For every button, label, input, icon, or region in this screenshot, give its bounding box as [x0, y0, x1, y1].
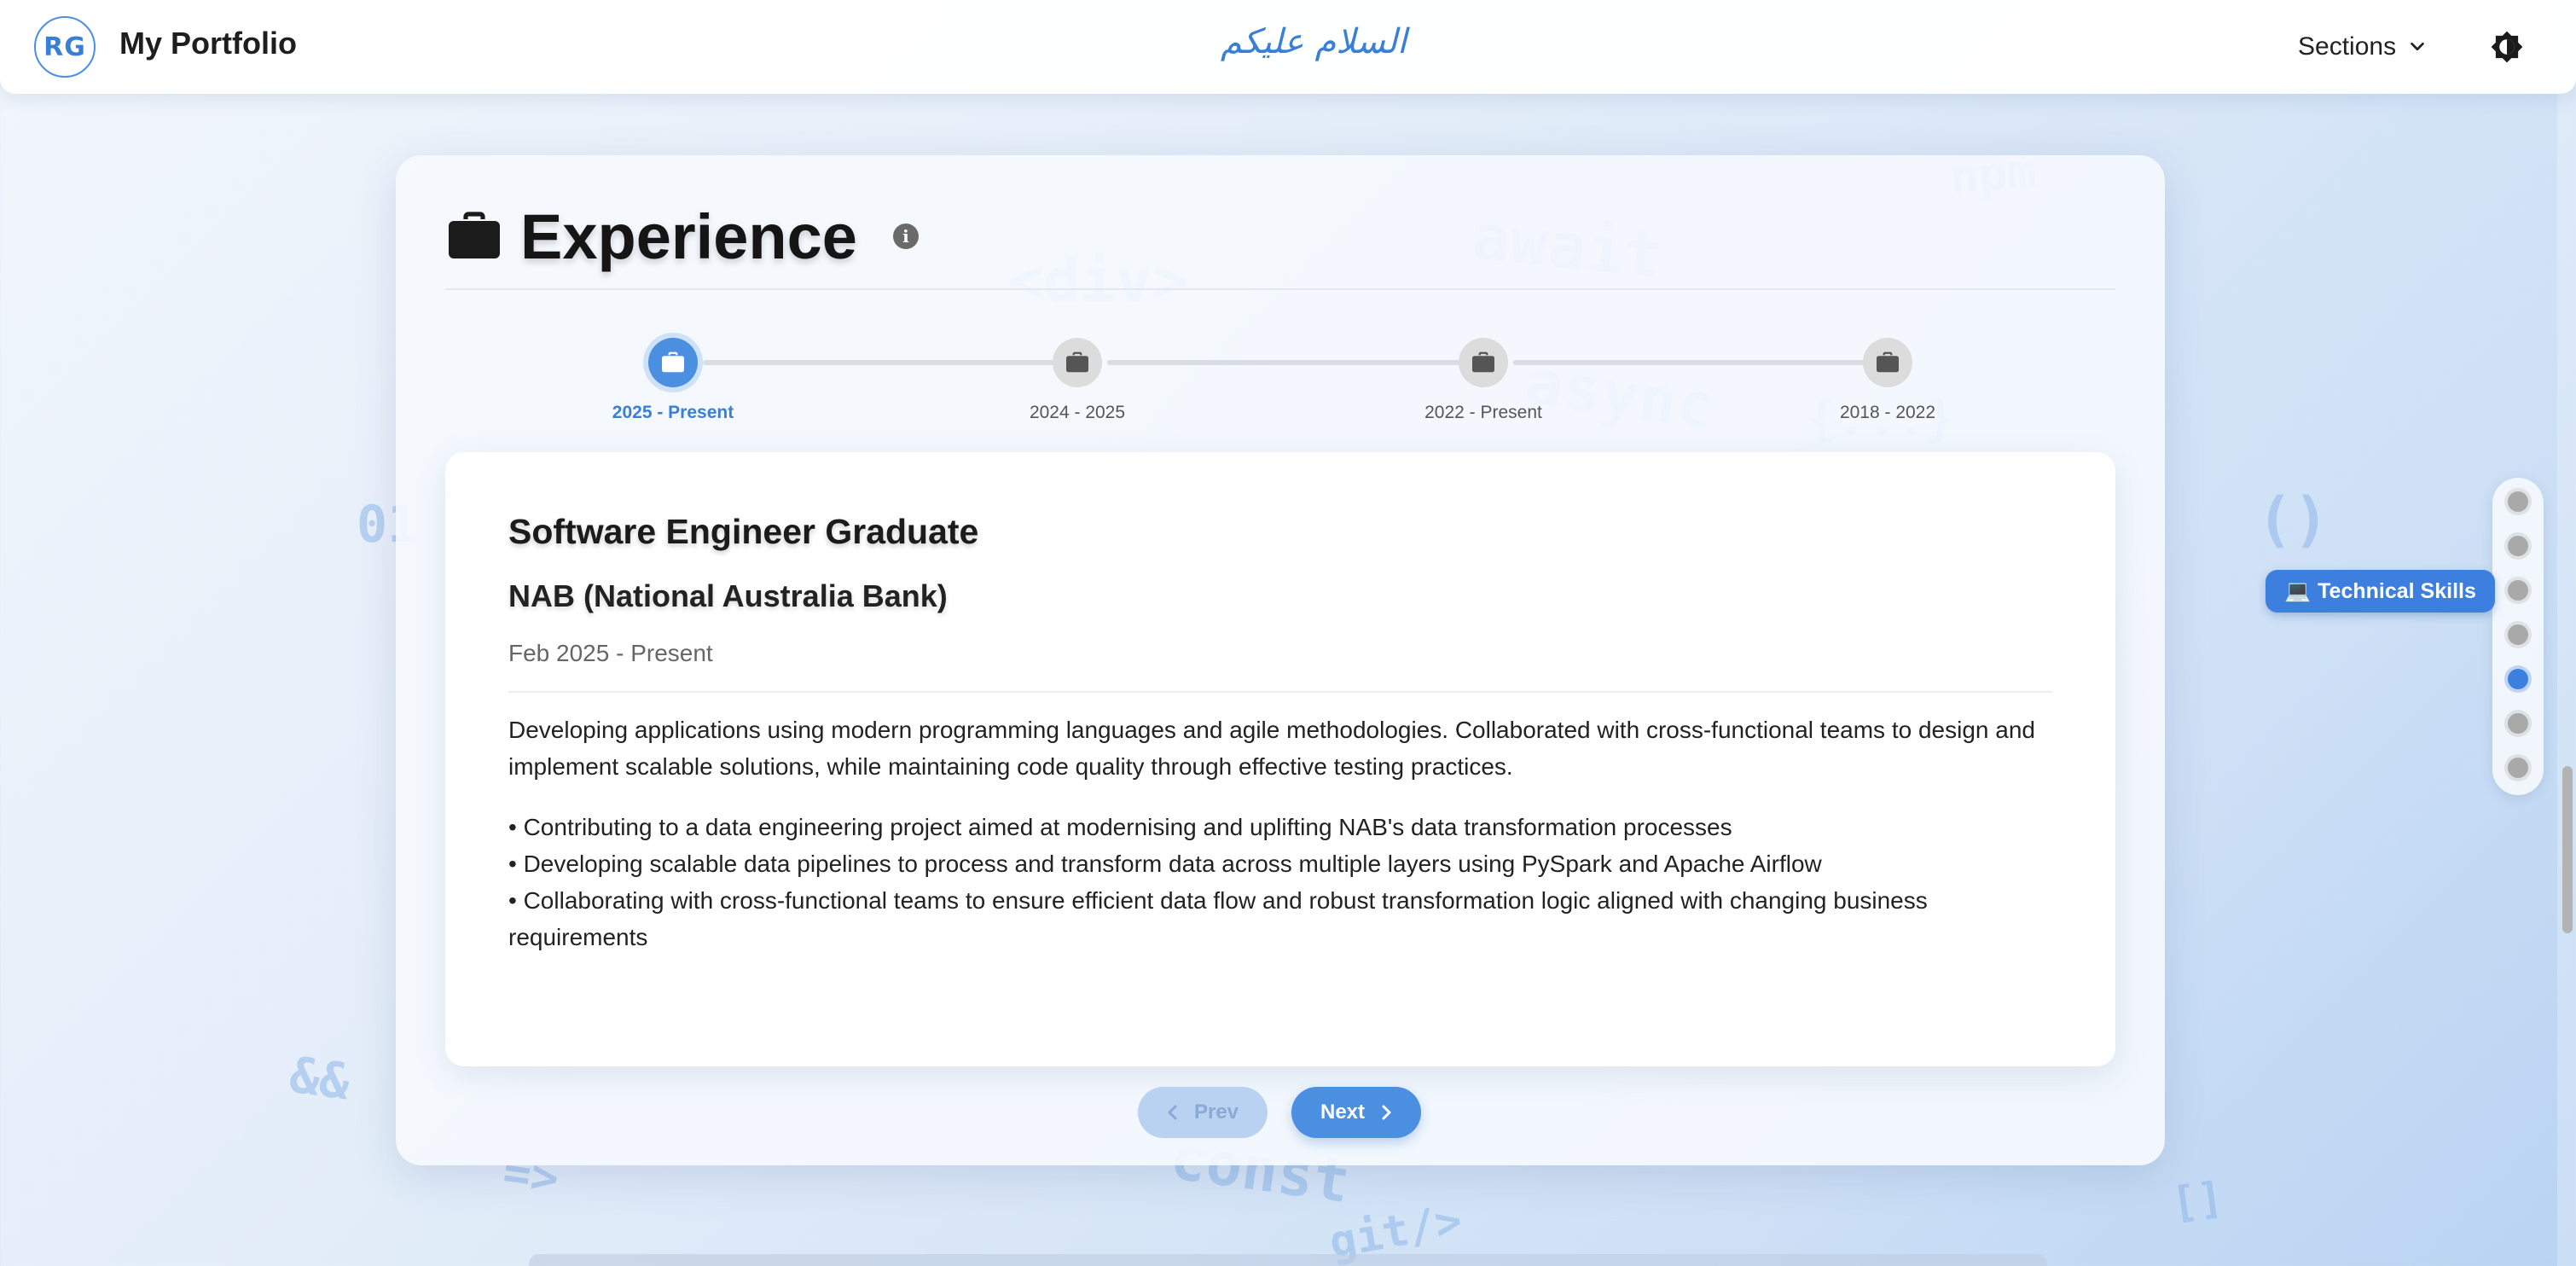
- prev-button[interactable]: Prev: [1138, 1087, 1268, 1138]
- arabic-greeting: السلام عليكم: [1220, 22, 1407, 61]
- info-icon[interactable]: i: [892, 224, 919, 249]
- timeline-connector: [703, 360, 1054, 365]
- job-title: Software Engineer Graduate: [508, 512, 979, 551]
- section-dot[interactable]: [2508, 491, 2528, 512]
- brightness-icon: [2491, 31, 2523, 63]
- job-card: Software Engineer Graduate NAB (National…: [445, 452, 2115, 1066]
- site-logo[interactable]: RG: [34, 16, 96, 78]
- top-navbar: RG My Portfolio السلام عليكم Sections: [0, 0, 2576, 94]
- list-item: • Contributing to a data engineering pro…: [508, 814, 1732, 840]
- timeline-node[interactable]: [1863, 338, 1912, 387]
- scrollbar-thumb[interactable]: [2562, 766, 2573, 933]
- list-item: • Developing scalable data pipelines to …: [508, 851, 1822, 877]
- job-dates: Feb 2025 - Present: [508, 640, 713, 666]
- bg-word: &&: [286, 1045, 354, 1112]
- job-highlights: • Contributing to a data engineering pro…: [508, 809, 2069, 955]
- chevron-left-icon: [1168, 1105, 1177, 1120]
- experience-section: Experience i 2025 - Present 2024 - 2025 …: [396, 155, 2165, 1165]
- timeline-connector: [1513, 360, 1865, 365]
- theme-toggle-button[interactable]: [2486, 26, 2528, 68]
- experience-timeline: 2025 - Present 2024 - 2025 2022 - Presen…: [396, 326, 2165, 423]
- briefcase-icon: [449, 212, 500, 258]
- prev-label: Prev: [1193, 1100, 1239, 1124]
- site-title[interactable]: My Portfolio: [119, 26, 297, 61]
- briefcase-icon: [662, 351, 684, 373]
- bg-word: []: [2168, 1172, 2226, 1228]
- section-dot[interactable]: [2508, 536, 2528, 556]
- job-company: NAB (National Australia Bank): [508, 578, 948, 613]
- divider: [445, 288, 2115, 290]
- bg-word: (): [2257, 485, 2329, 555]
- timeline-node[interactable]: [1053, 338, 1102, 387]
- section-tooltip: 💻 Technical Skills: [2266, 570, 2495, 613]
- timeline-node[interactable]: [1459, 338, 1508, 387]
- briefcase-icon: [1472, 351, 1494, 373]
- job-description: Developing applications using modern pro…: [508, 717, 2035, 780]
- sections-label: Sections: [2298, 32, 2397, 61]
- briefcase-icon: [1877, 351, 1899, 373]
- briefcase-icon: [1066, 351, 1088, 373]
- divider: [508, 691, 2052, 693]
- next-section-edge: [529, 1254, 2047, 1266]
- section-dot[interactable]: [2508, 624, 2528, 645]
- section-dot-nav: [2492, 478, 2544, 795]
- next-label: Next: [1320, 1100, 1366, 1124]
- timeline-connector: [1107, 360, 1460, 365]
- section-dot[interactable]: [2508, 580, 2528, 601]
- laptop-icon: 💻: [2284, 578, 2312, 603]
- section-header: Experience i: [447, 189, 919, 283]
- sections-dropdown[interactable]: Sections: [2298, 26, 2427, 68]
- section-dot[interactable]: [2508, 713, 2528, 734]
- chevron-down-icon: [2411, 42, 2424, 51]
- chevron-right-icon: [1382, 1105, 1391, 1120]
- page-scrollbar[interactable]: [2557, 0, 2576, 1266]
- timeline-label[interactable]: 2018 - 2022: [1777, 403, 1999, 423]
- timeline-label[interactable]: 2025 - Present: [562, 403, 784, 423]
- next-button[interactable]: Next: [1291, 1087, 1421, 1138]
- list-item: • Collaborating with cross-functional te…: [508, 887, 1928, 950]
- section-dot[interactable]: [2508, 669, 2528, 689]
- timeline-label[interactable]: 2022 - Present: [1372, 403, 1594, 423]
- timeline-node[interactable]: [648, 338, 698, 387]
- timeline-label[interactable]: 2024 - 2025: [966, 403, 1188, 423]
- section-title: Experience: [520, 200, 857, 272]
- section-dot[interactable]: [2508, 758, 2528, 778]
- tooltip-label: Technical Skills: [2318, 578, 2476, 603]
